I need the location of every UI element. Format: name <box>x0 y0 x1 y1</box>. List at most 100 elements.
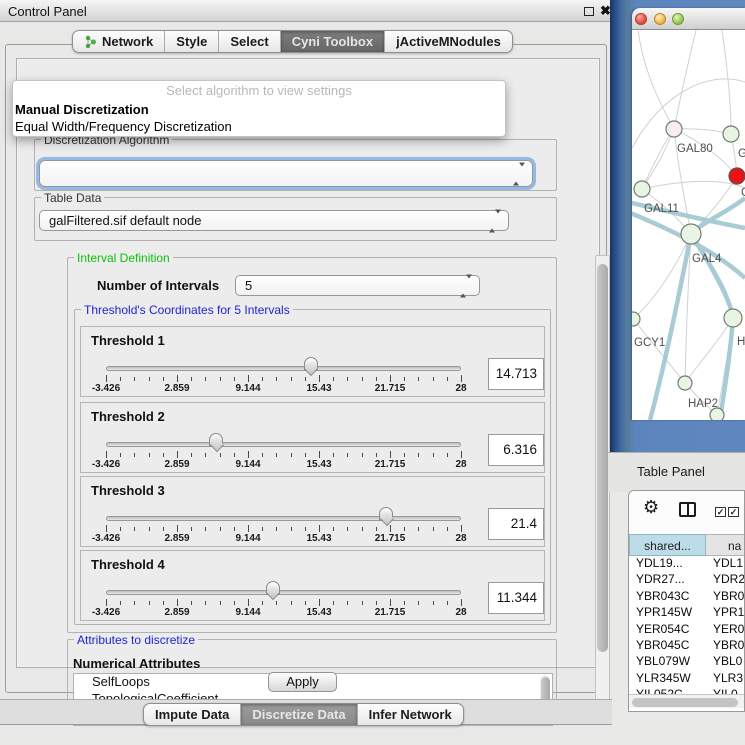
tab-style[interactable]: Style <box>164 31 218 52</box>
slider-scale-labels: -3.4262.8599.14415.4321.71528 <box>106 533 461 545</box>
slider-track[interactable] <box>106 590 461 595</box>
tab-cyni-toolbox[interactable]: Cyni Toolbox <box>280 31 384 52</box>
network-node[interactable] <box>729 168 745 184</box>
tick-mark <box>404 527 405 531</box>
threshold-3-slider[interactable]: -3.4262.8599.14415.4321.71528 <box>106 477 461 548</box>
cell-name[interactable]: YBR0 <box>706 638 745 654</box>
tab-network[interactable]: Network <box>73 31 164 52</box>
network-node[interactable] <box>632 312 640 326</box>
tick-mark <box>404 377 405 381</box>
table-row[interactable]: YBL079WYBL0 <box>629 654 745 670</box>
slider-thumb[interactable] <box>379 507 393 521</box>
node-label: GCY1 <box>634 337 665 349</box>
tick-mark <box>418 601 419 605</box>
scrollbar-thumb[interactable] <box>597 264 608 652</box>
tab-infer-network[interactable]: Infer Network <box>357 704 463 725</box>
close-traffic-icon[interactable] <box>635 13 647 25</box>
tick-mark <box>205 527 206 531</box>
cell-name[interactable]: YER0 <box>706 622 745 638</box>
tick-mark <box>390 525 391 532</box>
cell-shared-name[interactable]: YDL19... <box>629 556 706 572</box>
cell-name[interactable]: YDL1 <box>706 556 745 572</box>
combo-arrows-icon <box>460 278 472 293</box>
table-row[interactable]: YBR043CYBR0 <box>629 589 745 605</box>
node-label: GAL11 <box>644 203 679 215</box>
zoom-traffic-icon[interactable] <box>672 13 684 25</box>
network-node[interactable] <box>723 126 739 142</box>
dropdown-option-equal-width-frequency[interactable]: Equal Width/Frequency Discretization <box>13 118 505 135</box>
threshold-4-value-field[interactable]: 11.344 <box>488 582 544 614</box>
column-header-name[interactable]: na <box>706 534 745 556</box>
network-window-titlebar[interactable] <box>632 8 745 30</box>
slider-thumb[interactable] <box>304 357 318 371</box>
table-header-row: shared... na <box>629 534 745 556</box>
cell-shared-name[interactable]: YBR043C <box>629 589 706 605</box>
node-label: C <box>741 187 745 199</box>
apply-button[interactable]: Apply <box>268 672 337 692</box>
checkbox-icon[interactable]: ✓ <box>728 507 739 517</box>
slider-scale-labels: -3.4262.8599.14415.4321.71528 <box>106 459 461 471</box>
tab-jactivemnodules[interactable]: jActiveMNodules <box>384 31 512 52</box>
cell-name[interactable]: YPR1 <box>706 605 745 621</box>
network-node[interactable] <box>634 181 650 197</box>
table-row[interactable]: YBR045CYBR0 <box>629 638 745 654</box>
table-horizontal-scrollbar[interactable] <box>629 694 745 708</box>
tick-mark <box>234 377 235 381</box>
slider-thumb[interactable] <box>209 433 223 447</box>
table-row[interactable]: YPR145WYPR1 <box>629 605 745 621</box>
network-node[interactable] <box>681 224 701 244</box>
cell-shared-name[interactable]: YLR345W <box>629 671 706 687</box>
dropdown-option-manual-discretization[interactable]: Manual Discretization <box>13 101 505 118</box>
float-icon[interactable] <box>584 7 594 16</box>
cell-shared-name[interactable]: YBR045C <box>629 638 706 654</box>
table-row[interactable]: YDL19...YDL1 <box>629 556 745 572</box>
tick-mark <box>191 601 192 605</box>
minimize-traffic-icon[interactable] <box>654 13 666 25</box>
cell-shared-name[interactable]: YER054C <box>629 622 706 638</box>
network-node[interactable] <box>666 121 682 137</box>
tab-select[interactable]: Select <box>218 31 279 52</box>
threshold-4-slider[interactable]: -3.4262.8599.14415.4321.71528 <box>106 551 461 622</box>
table-row[interactable]: YLR345WYLR3 <box>629 671 745 687</box>
threshold-3-value-field[interactable]: 21.4 <box>488 508 544 540</box>
cell-name[interactable]: YBL0 <box>706 654 745 670</box>
number-of-intervals-combobox[interactable]: 5 <box>235 275 480 296</box>
column-header-shared-name[interactable]: shared... <box>629 534 706 556</box>
tab-discretize-data[interactable]: Discretize Data <box>240 704 356 725</box>
tab-impute-data[interactable]: Impute Data <box>144 704 240 725</box>
slider-track[interactable] <box>106 442 461 447</box>
threshold-1-slider[interactable]: -3.4262.8599.14415.4321.71528 <box>106 327 461 398</box>
algorithm-combobox[interactable] <box>39 160 533 187</box>
cell-shared-name[interactable]: YBL079W <box>629 654 706 670</box>
tick-mark <box>447 377 448 381</box>
checkbox-icon[interactable]: ✓ <box>715 507 726 517</box>
network-canvas[interactable]: GAL80GAGAL11CGAL4GCY1HHAP2 <box>632 30 745 420</box>
gear-icon[interactable]: ⚙ <box>643 498 659 516</box>
tick-mark <box>433 601 434 605</box>
combo-arrows-icon <box>513 166 525 181</box>
threshold-2-value-field[interactable]: 6.316 <box>488 434 544 466</box>
tick-mark <box>106 599 107 606</box>
cell-name[interactable]: YLR3 <box>706 671 745 687</box>
slider-track[interactable] <box>106 516 461 521</box>
scrollbar-thumb[interactable] <box>632 698 738 707</box>
tick-label: 9.144 <box>235 459 260 470</box>
slider-track[interactable] <box>106 366 461 371</box>
cell-shared-name[interactable]: YPR145W <box>629 605 706 621</box>
cell-name[interactable]: YBR0 <box>706 589 745 605</box>
slider-thumb[interactable] <box>266 581 280 595</box>
cell-name[interactable]: YDR2 <box>706 572 745 588</box>
cell-shared-name[interactable]: YDR27... <box>629 572 706 588</box>
network-node[interactable] <box>724 309 742 327</box>
threshold-2-slider[interactable]: -3.4262.8599.14415.4321.71528 <box>106 403 461 474</box>
tick-mark <box>149 527 150 531</box>
column-view-icon[interactable] <box>679 502 696 517</box>
table-data-combobox[interactable]: galFiltered.sif default node <box>39 210 509 231</box>
table-row[interactable]: YER054CYER0 <box>629 622 745 638</box>
threshold-1-value-field[interactable]: 14.713 <box>488 358 544 390</box>
tick-mark <box>177 375 178 382</box>
table-row[interactable]: YDR27...YDR2 <box>629 572 745 588</box>
tick-mark <box>362 453 363 457</box>
network-node[interactable] <box>678 376 692 390</box>
tick-mark <box>276 601 277 605</box>
